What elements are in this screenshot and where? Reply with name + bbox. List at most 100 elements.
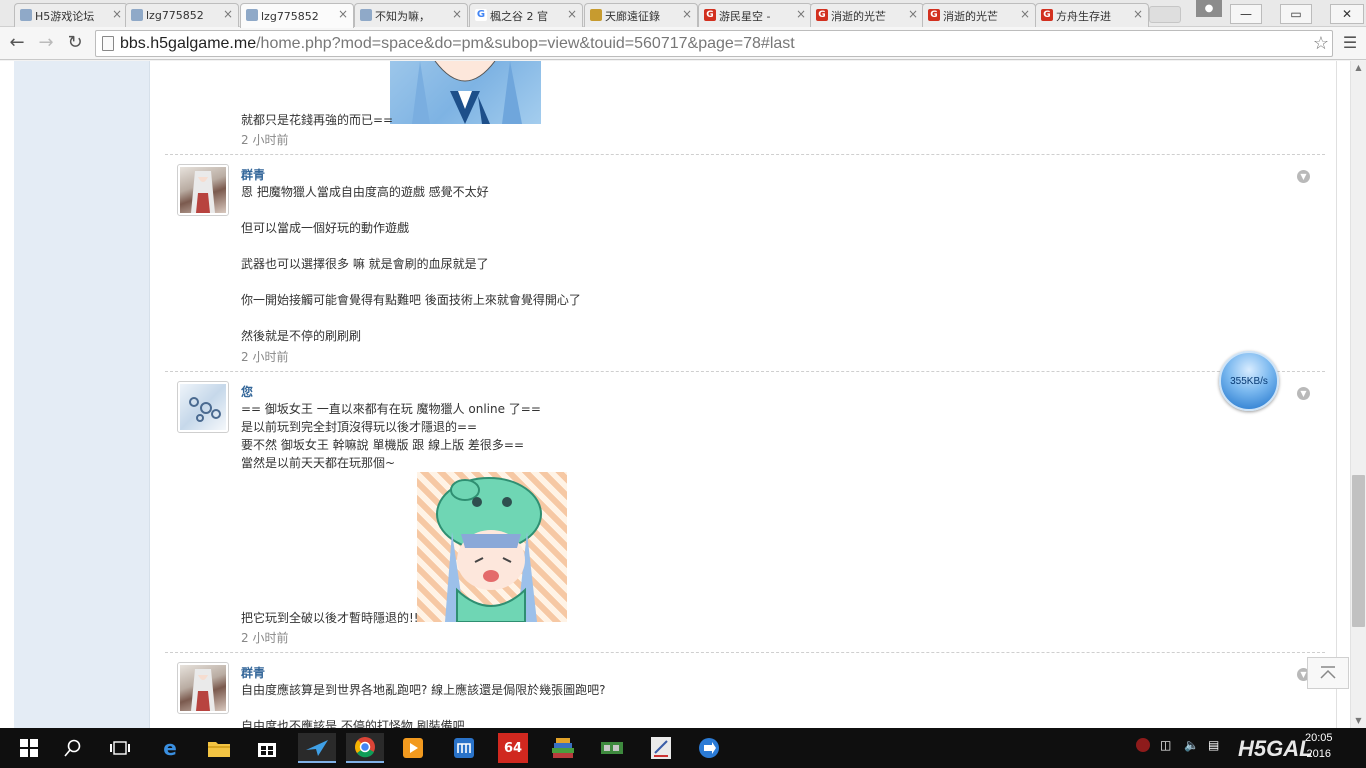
- close-icon[interactable]: ×: [452, 7, 462, 21]
- browser-tab[interactable]: G 楓之谷 2 官 ×: [469, 3, 583, 27]
- google-icon: G: [475, 9, 487, 21]
- close-window-button[interactable]: ✕: [1330, 4, 1364, 24]
- message-divider: [165, 371, 1325, 372]
- scrollbar-thumb[interactable]: [1352, 475, 1365, 627]
- network-speed-meter[interactable]: 355KB/s: [1219, 351, 1279, 411]
- message-line: 是以前玩到完全封頂沒得玩以後才隱退的==: [241, 420, 478, 434]
- browser-tab[interactable]: G 游民星空 - ×: [698, 3, 812, 27]
- site-favicon-icon: [246, 9, 258, 21]
- left-sidebar: [14, 61, 150, 728]
- sticker-image: [390, 61, 541, 124]
- app-bird-icon[interactable]: [298, 733, 336, 763]
- message-line: 恩 把魔物獵人當成自由度高的遊戲 感覺不太好: [241, 185, 489, 199]
- back-icon[interactable]: ←: [5, 32, 29, 56]
- system-clock[interactable]: 20:05 2016: [1305, 730, 1333, 762]
- message-line: 自由度應該算是到世界各地亂跑吧? 線上應該還是侷限於幾張圖跑吧?: [241, 683, 606, 697]
- message-line: == 御坂女王 一直以來都有在玩 魔物獵人 online 了==: [241, 402, 541, 416]
- message-divider: [165, 154, 1325, 155]
- tab-label: 游民星空 -: [719, 9, 771, 23]
- message-line: 把它玩到全破以後才暫時隱退的!!: [241, 611, 419, 625]
- chevron-down-icon[interactable]: ▼: [1297, 170, 1310, 183]
- bookmark-star-icon[interactable]: ☆: [1313, 33, 1329, 54]
- search-icon[interactable]: [58, 733, 88, 763]
- message-author[interactable]: 您: [241, 383, 253, 400]
- close-icon[interactable]: ×: [1133, 7, 1143, 21]
- document-editor-icon[interactable]: [646, 733, 676, 763]
- task-view-icon[interactable]: [105, 733, 135, 763]
- browser-tab[interactable]: G 消逝的光芒 ×: [810, 3, 924, 27]
- network-icon[interactable]: ◫: [1160, 738, 1171, 752]
- close-icon[interactable]: ×: [908, 7, 918, 21]
- tab-strip: H5游戏论坛 × lzg775852 × lzg775852 × 不知为嘛， ×…: [0, 0, 1366, 28]
- tab-label: 天廊遠征錄: [605, 9, 660, 23]
- browser-tab[interactable]: lzg775852 ×: [125, 3, 239, 27]
- message-time: 2 小时前: [241, 631, 289, 645]
- tab-label: 不知为嘛，: [375, 9, 430, 23]
- file-explorer-icon[interactable]: [204, 733, 234, 763]
- reload-icon[interactable]: ↻: [63, 32, 87, 56]
- maximize-button[interactable]: ▭: [1280, 4, 1312, 24]
- vertical-scrollbar[interactable]: ▲ ▼: [1350, 61, 1366, 728]
- browser-tab[interactable]: G 方舟生存进 ×: [1035, 3, 1149, 27]
- network-card-icon[interactable]: [597, 733, 627, 763]
- new-tab-button[interactable]: [1149, 6, 1181, 23]
- close-icon[interactable]: ×: [682, 7, 692, 21]
- message-time: 2 小时前: [241, 133, 289, 147]
- browser-toolbar: ← → ↻ bbs.h5galgame.me/home.php?mod=spac…: [0, 27, 1366, 60]
- chrome-icon[interactable]: [346, 733, 384, 763]
- close-icon[interactable]: ×: [796, 7, 806, 21]
- site-favicon-icon: [20, 9, 32, 21]
- windows-start-icon[interactable]: [12, 733, 46, 763]
- scroll-up-arrow-icon[interactable]: ▲: [1351, 63, 1366, 73]
- minimize-button[interactable]: —: [1230, 4, 1262, 24]
- tab-label: 方舟生存进: [1056, 9, 1111, 23]
- site-favicon-icon: [131, 9, 143, 21]
- message-line: 但可以當成一個好玩的動作遊戲: [241, 221, 410, 235]
- message-text: 就都只是花錢再強的而已==: [241, 113, 394, 127]
- url-host: bbs.h5galgame.me: [120, 34, 257, 52]
- message-author[interactable]: 群青: [241, 166, 265, 183]
- menu-icon[interactable]: ☰: [1340, 33, 1360, 53]
- avatar[interactable]: [177, 662, 229, 714]
- app-64-icon[interactable]: 64: [498, 733, 528, 763]
- tab-label: 消逝的光芒: [943, 9, 998, 23]
- chevron-down-icon[interactable]: ▼: [1297, 387, 1310, 400]
- tab-label: 楓之谷 2 官: [490, 9, 548, 23]
- close-icon[interactable]: ×: [112, 7, 122, 21]
- volume-icon[interactable]: 🔈: [1184, 738, 1199, 752]
- app-arrow-icon[interactable]: [694, 733, 724, 763]
- browser-tab[interactable]: 不知为嘛， ×: [354, 3, 468, 27]
- taskbar: e 64 ◫ 🔈 ▤ H5GAL 20:05 2016: [0, 728, 1366, 768]
- gamersky-icon: G: [704, 9, 716, 21]
- browser-tab[interactable]: H5游戏论坛 ×: [14, 3, 128, 27]
- message-line: 自由度也不應該是 不停的打怪物 刷裝備吧: [241, 719, 465, 728]
- message-thread: [150, 61, 1337, 728]
- books-icon[interactable]: [548, 733, 578, 763]
- edge-browser-icon[interactable]: e: [155, 733, 185, 763]
- avatar[interactable]: [177, 381, 229, 433]
- address-bar[interactable]: bbs.h5galgame.me/home.php?mod=space&do=p…: [95, 30, 1333, 57]
- close-icon[interactable]: ×: [567, 7, 577, 21]
- back-to-top-button[interactable]: [1307, 657, 1349, 689]
- message-author[interactable]: 群青: [241, 664, 265, 681]
- scroll-down-arrow-icon[interactable]: ▼: [1351, 716, 1366, 726]
- notification-icon[interactable]: ▤: [1208, 738, 1219, 752]
- close-icon[interactable]: ×: [1020, 7, 1030, 21]
- forward-icon[interactable]: →: [34, 32, 58, 56]
- tab-label: lzg775852: [261, 9, 319, 23]
- close-icon[interactable]: ×: [338, 7, 348, 21]
- message-line: 要不然 御坂女王 幹嘛說 單機版 跟 線上版 差很多==: [241, 438, 524, 452]
- message-time: 2 小时前: [241, 350, 289, 364]
- close-icon[interactable]: ×: [223, 7, 233, 21]
- browser-tab[interactable]: 天廊遠征錄 ×: [584, 3, 698, 27]
- media-player-icon[interactable]: [398, 733, 428, 763]
- browser-tab-active[interactable]: lzg775852 ×: [240, 3, 354, 28]
- avatar[interactable]: [177, 164, 229, 216]
- record-indicator-icon[interactable]: [1136, 738, 1150, 755]
- store-icon[interactable]: [252, 733, 282, 763]
- profile-icon[interactable]: ●: [1196, 0, 1222, 17]
- browser-tab[interactable]: G 消逝的光芒 ×: [922, 3, 1036, 27]
- maxthon-icon[interactable]: [449, 733, 479, 763]
- clock-time: 20:05: [1305, 732, 1333, 744]
- clock-date: 2016: [1306, 748, 1331, 760]
